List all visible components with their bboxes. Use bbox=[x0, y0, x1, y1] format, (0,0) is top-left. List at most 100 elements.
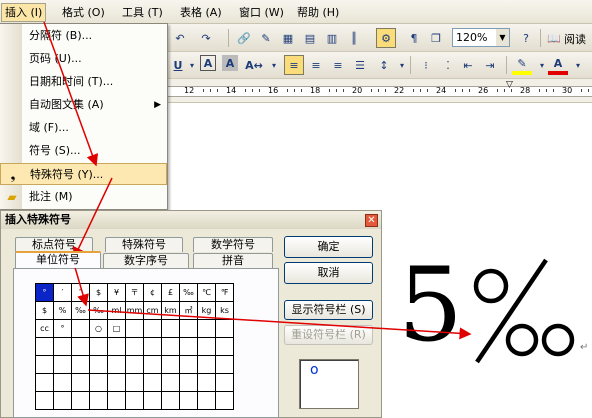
menu-item-autotext[interactable]: 自动图文集 (A) ▶ bbox=[0, 94, 167, 116]
symbol-cell[interactable] bbox=[215, 355, 234, 374]
char-border-icon[interactable]: A bbox=[200, 55, 216, 71]
char-shading-icon[interactable]: A bbox=[222, 55, 238, 71]
symbol-cell[interactable]: $ bbox=[35, 301, 54, 320]
menu-table[interactable]: 表格 (A) bbox=[178, 4, 224, 21]
symbol-cell[interactable] bbox=[179, 319, 198, 338]
bullets-icon[interactable]: ⁚ bbox=[438, 55, 458, 75]
symbol-cell[interactable] bbox=[125, 391, 144, 410]
symbol-cell[interactable] bbox=[35, 373, 54, 392]
chevron-down-icon[interactable]: ▾ bbox=[182, 55, 202, 75]
symbol-cell[interactable] bbox=[143, 337, 162, 356]
symbol-cell[interactable] bbox=[143, 391, 162, 410]
char-scale-icon[interactable]: A↔ bbox=[244, 55, 264, 75]
symbol-cell[interactable] bbox=[35, 355, 54, 374]
ok-button[interactable]: 确定 bbox=[284, 236, 373, 258]
symbol-cell[interactable]: ℃ bbox=[197, 283, 216, 302]
symbol-cell[interactable] bbox=[125, 337, 144, 356]
symbol-cell[interactable]: ′ bbox=[53, 283, 72, 302]
symbol-cell[interactable] bbox=[197, 373, 216, 392]
symbol-cell[interactable]: mm bbox=[125, 301, 144, 320]
symbol-cell[interactable] bbox=[161, 319, 180, 338]
horizontal-ruler[interactable]: 12 14 16 18 20 22 24 26 28 30 ▽ bbox=[168, 79, 592, 103]
symbol-cell[interactable] bbox=[89, 391, 108, 410]
symbol-cell[interactable] bbox=[161, 355, 180, 374]
menu-tools[interactable]: 工具 (T) bbox=[120, 4, 165, 21]
symbol-cell[interactable] bbox=[179, 391, 198, 410]
align-right-icon[interactable]: ≡ bbox=[328, 55, 348, 75]
read-mode-label[interactable]: 阅读 bbox=[564, 31, 586, 47]
redo-icon[interactable]: ↷ bbox=[196, 28, 216, 48]
symbol-cell[interactable]: £ bbox=[161, 283, 180, 302]
symbol-cell[interactable]: ¢ bbox=[143, 283, 162, 302]
symbol-cell[interactable]: 〒 bbox=[125, 283, 144, 302]
symbol-cell[interactable] bbox=[125, 319, 144, 338]
menu-window[interactable]: 窗口 (W) bbox=[237, 4, 286, 21]
menu-item-special-symbol[interactable]: ❟ 特殊符号 (Y)... bbox=[0, 163, 167, 185]
highlight-icon[interactable]: ✎ bbox=[512, 55, 532, 75]
symbol-cell[interactable] bbox=[179, 355, 198, 374]
symbol-cell[interactable] bbox=[161, 373, 180, 392]
symbol-cell[interactable] bbox=[71, 355, 90, 374]
align-left-icon[interactable]: ≡ bbox=[284, 55, 304, 75]
undo-icon[interactable]: ↶ bbox=[170, 28, 190, 48]
right-indent-marker-icon[interactable]: ▽ bbox=[506, 80, 513, 90]
menu-help[interactable]: 帮助 (H) bbox=[295, 4, 341, 21]
tab-math[interactable]: 数学符号 bbox=[193, 237, 273, 252]
symbol-cell[interactable]: ° bbox=[35, 283, 54, 302]
menu-item-comment[interactable]: ▰ 批注 (M) bbox=[0, 186, 167, 208]
show-symbol-bar-button[interactable]: 显示符号栏 (S) bbox=[284, 300, 373, 320]
symbol-cell[interactable]: ″ bbox=[71, 283, 90, 302]
justify-icon[interactable]: ☰ bbox=[350, 55, 370, 75]
symbol-cell[interactable] bbox=[53, 391, 72, 410]
align-center-icon[interactable]: ≡ bbox=[306, 55, 326, 75]
symbol-cell[interactable] bbox=[179, 373, 198, 392]
symbol-cell[interactable] bbox=[215, 373, 234, 392]
cancel-button[interactable]: 取消 bbox=[284, 262, 373, 284]
symbol-cell[interactable] bbox=[197, 355, 216, 374]
symbol-cell[interactable]: $ bbox=[89, 283, 108, 302]
symbol-cell[interactable]: % bbox=[53, 301, 72, 320]
symbol-cell[interactable] bbox=[107, 373, 126, 392]
symbol-cell[interactable] bbox=[53, 373, 72, 392]
symbol-cell[interactable]: cm bbox=[143, 301, 162, 320]
symbol-cell[interactable] bbox=[179, 337, 198, 356]
zoom-combo[interactable]: 120% ▼ bbox=[452, 28, 510, 47]
symbol-cell[interactable] bbox=[125, 373, 144, 392]
menu-format[interactable]: 格式 (O) bbox=[60, 4, 107, 21]
font-color-icon[interactable]: A bbox=[548, 55, 568, 75]
symbol-cell[interactable] bbox=[107, 337, 126, 356]
symbol-cell[interactable] bbox=[143, 355, 162, 374]
columns-icon[interactable]: ▥ bbox=[322, 28, 342, 48]
tab-number-sequence[interactable]: 数字序号 bbox=[103, 253, 189, 268]
insert-table-icon[interactable]: ▦ bbox=[278, 28, 298, 48]
symbol-cell[interactable] bbox=[71, 319, 90, 338]
symbol-cell[interactable] bbox=[53, 337, 72, 356]
reading-icon[interactable]: ❐ bbox=[426, 28, 446, 48]
hyperlink-icon[interactable]: 🔗 bbox=[234, 28, 254, 48]
symbol-cell[interactable] bbox=[215, 391, 234, 410]
symbol-cell[interactable]: ml bbox=[107, 301, 126, 320]
increase-indent-icon[interactable]: ⇥ bbox=[480, 55, 500, 75]
symbol-cell[interactable] bbox=[89, 355, 108, 374]
show-hide-icon[interactable]: ¶ bbox=[404, 28, 424, 48]
menu-item-page-number[interactable]: 页码 (U)... bbox=[0, 48, 167, 70]
symbol-cell[interactable]: kg bbox=[197, 301, 216, 320]
symbol-cell[interactable]: ○ bbox=[89, 319, 108, 338]
symbol-cell[interactable] bbox=[89, 337, 108, 356]
symbol-cell[interactable] bbox=[71, 391, 90, 410]
symbol-cell[interactable] bbox=[161, 391, 180, 410]
symbol-cell[interactable] bbox=[125, 355, 144, 374]
symbol-cell[interactable]: km bbox=[161, 301, 180, 320]
insert-excel-icon[interactable]: ▤ bbox=[300, 28, 320, 48]
symbol-cell[interactable]: cc bbox=[35, 319, 54, 338]
tab-units[interactable]: 单位符号 bbox=[15, 251, 101, 268]
symbol-cell[interactable]: ° bbox=[53, 319, 72, 338]
symbol-cell[interactable] bbox=[197, 319, 216, 338]
chevron-down-icon[interactable]: ▾ bbox=[392, 55, 412, 75]
symbol-cell[interactable]: ‰ bbox=[71, 301, 90, 320]
read-mode-icon[interactable]: 📖 bbox=[544, 28, 564, 48]
symbol-cell[interactable] bbox=[197, 391, 216, 410]
decrease-indent-icon[interactable]: ⇤ bbox=[458, 55, 478, 75]
chevron-down-icon[interactable]: ▾ bbox=[264, 55, 284, 75]
chevron-down-icon[interactable]: ▾ bbox=[568, 55, 588, 75]
